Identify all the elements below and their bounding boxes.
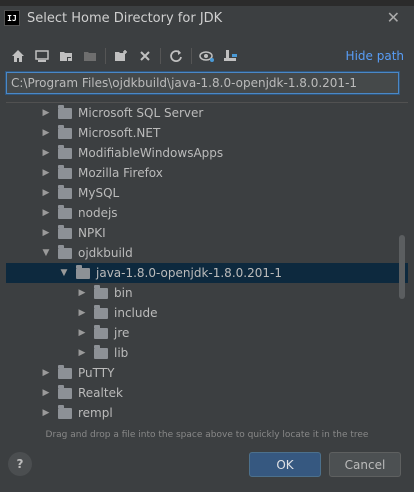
folder-icon [94,324,108,339]
folder-icon [94,284,108,299]
folder-icon [58,384,72,399]
tree-item-label: java-1.8.0-openjdk-1.8.0.201-1 [96,266,282,280]
refresh-icon[interactable] [164,45,188,67]
tree-item[interactable]: ▶ ModifiableWindowsApps [6,143,408,163]
collapsed-arrow-icon[interactable]: ▶ [40,188,52,198]
file-tree[interactable]: ▶ Microsoft SQL Server ▶ Microsoft.NET ▶ Modi… [6,102,408,427]
help-button[interactable]: ? [8,452,32,476]
folder-icon [58,124,72,139]
collapsed-arrow-icon[interactable]: ▶ [40,368,52,378]
folder-icon [58,184,72,199]
expanded-arrow-icon[interactable]: ▼ [58,268,70,278]
toolbar-separator [160,48,161,64]
folder-icon [58,404,72,419]
dialog-title: Select Home Directory for JDK [27,10,223,26]
tree-item[interactable]: ▶ Mozilla Firefox [6,163,408,183]
tree-item[interactable]: ▶ Realtek [6,383,408,403]
tree-item[interactable]: ▶ rempl [6,403,408,423]
intellij-icon: IJ [4,10,20,26]
hide-path-link[interactable]: Hide path [346,49,404,63]
tree-item-label: Mozilla Firefox [78,166,163,180]
toolbar: Hide path [0,44,414,68]
tree-item-label: PuTTY [78,366,115,380]
collapsed-arrow-icon[interactable]: ▶ [40,208,52,218]
tree-item[interactable]: ▶ bin [6,283,408,303]
tree-item-label: ModifiableWindowsApps [78,146,224,160]
tree-item-label: jre [114,326,130,340]
new-folder-icon[interactable] [109,45,133,67]
tree-item-label: include [114,306,158,320]
desktop-icon[interactable] [30,45,54,67]
delete-icon[interactable] [133,45,157,67]
tree-item-label: ojdkbuild [78,246,133,260]
ok-button[interactable]: OK [249,452,321,477]
tree-item-label: bin [114,286,133,300]
tree-item[interactable]: ▶ include [6,303,408,323]
tree-item[interactable]: ▶ MySQL [6,183,408,203]
tree-item-label: NPKI [78,226,106,240]
folder-icon [94,304,108,319]
path-input[interactable] [5,71,400,95]
tree-item[interactable]: ▶ lib [6,343,408,363]
tree-item[interactable]: ▶ Microsoft.NET [6,123,408,143]
tree-item-label: Microsoft.NET [78,126,161,140]
toolbar-separator [191,48,192,64]
collapsed-arrow-icon[interactable]: ▶ [40,168,52,178]
tree-item-label: lib [114,346,129,360]
project-folder-icon[interactable] [54,45,78,67]
tree-item-label: MySQL [78,186,120,200]
collapsed-arrow-icon[interactable]: ▶ [76,308,88,318]
tree-item-label: nodejs [78,206,118,220]
tree-item[interactable]: ▼ ojdkbuild [6,243,408,263]
folder-icon [58,164,72,179]
folder-icon [58,144,72,159]
tree-scrollbar[interactable] [399,235,405,299]
expanded-arrow-icon[interactable]: ▼ [40,248,52,258]
module-folder-icon[interactable] [78,45,102,67]
collapsed-arrow-icon[interactable]: ▶ [76,288,88,298]
folder-icon [58,224,72,239]
folder-icon [76,264,90,279]
collapsed-arrow-icon[interactable]: ▶ [40,128,52,138]
drag-drop-hint: Drag and drop a file into the space abov… [45,430,369,440]
collapsed-arrow-icon[interactable]: ▶ [76,348,88,358]
title-bar: IJ Select Home Directory for JDK ✕ [0,4,414,32]
collapsed-arrow-icon[interactable]: ▶ [40,148,52,158]
cancel-button[interactable]: Cancel [329,452,401,477]
tree-item[interactable]: ▶ Microsoft SQL Server [6,103,408,123]
close-icon[interactable]: ✕ [387,8,400,27]
folder-icon [58,244,72,259]
folder-icon [58,204,72,219]
tree-item-label: Realtek [78,386,123,400]
tree-item[interactable]: ▶ jre [6,323,408,343]
folder-icon [58,364,72,379]
show-hidden-icon[interactable] [195,45,219,67]
tree-item[interactable]: ▶ nodejs [6,203,408,223]
home-icon[interactable] [6,45,30,67]
tree-item-label: rempl [78,406,113,420]
collapsed-arrow-icon[interactable]: ▶ [40,228,52,238]
collapsed-arrow-icon[interactable]: ▶ [76,328,88,338]
tree-item-label: Microsoft SQL Server [78,106,204,120]
folder-icon [58,104,72,119]
collapsed-arrow-icon[interactable]: ▶ [40,108,52,118]
tree-item[interactable]: ▶ NPKI [6,223,408,243]
toolbar-separator [105,48,106,64]
tree-item[interactable]: ▶ PuTTY [6,363,408,383]
collapsed-arrow-icon[interactable]: ▶ [40,388,52,398]
drag-drop-icon[interactable] [219,45,243,67]
collapsed-arrow-icon[interactable]: ▶ [40,408,52,418]
folder-icon [94,344,108,359]
tree-item-selected[interactable]: ▼ java-1.8.0-openjdk-1.8.0.201-1 [6,263,408,283]
